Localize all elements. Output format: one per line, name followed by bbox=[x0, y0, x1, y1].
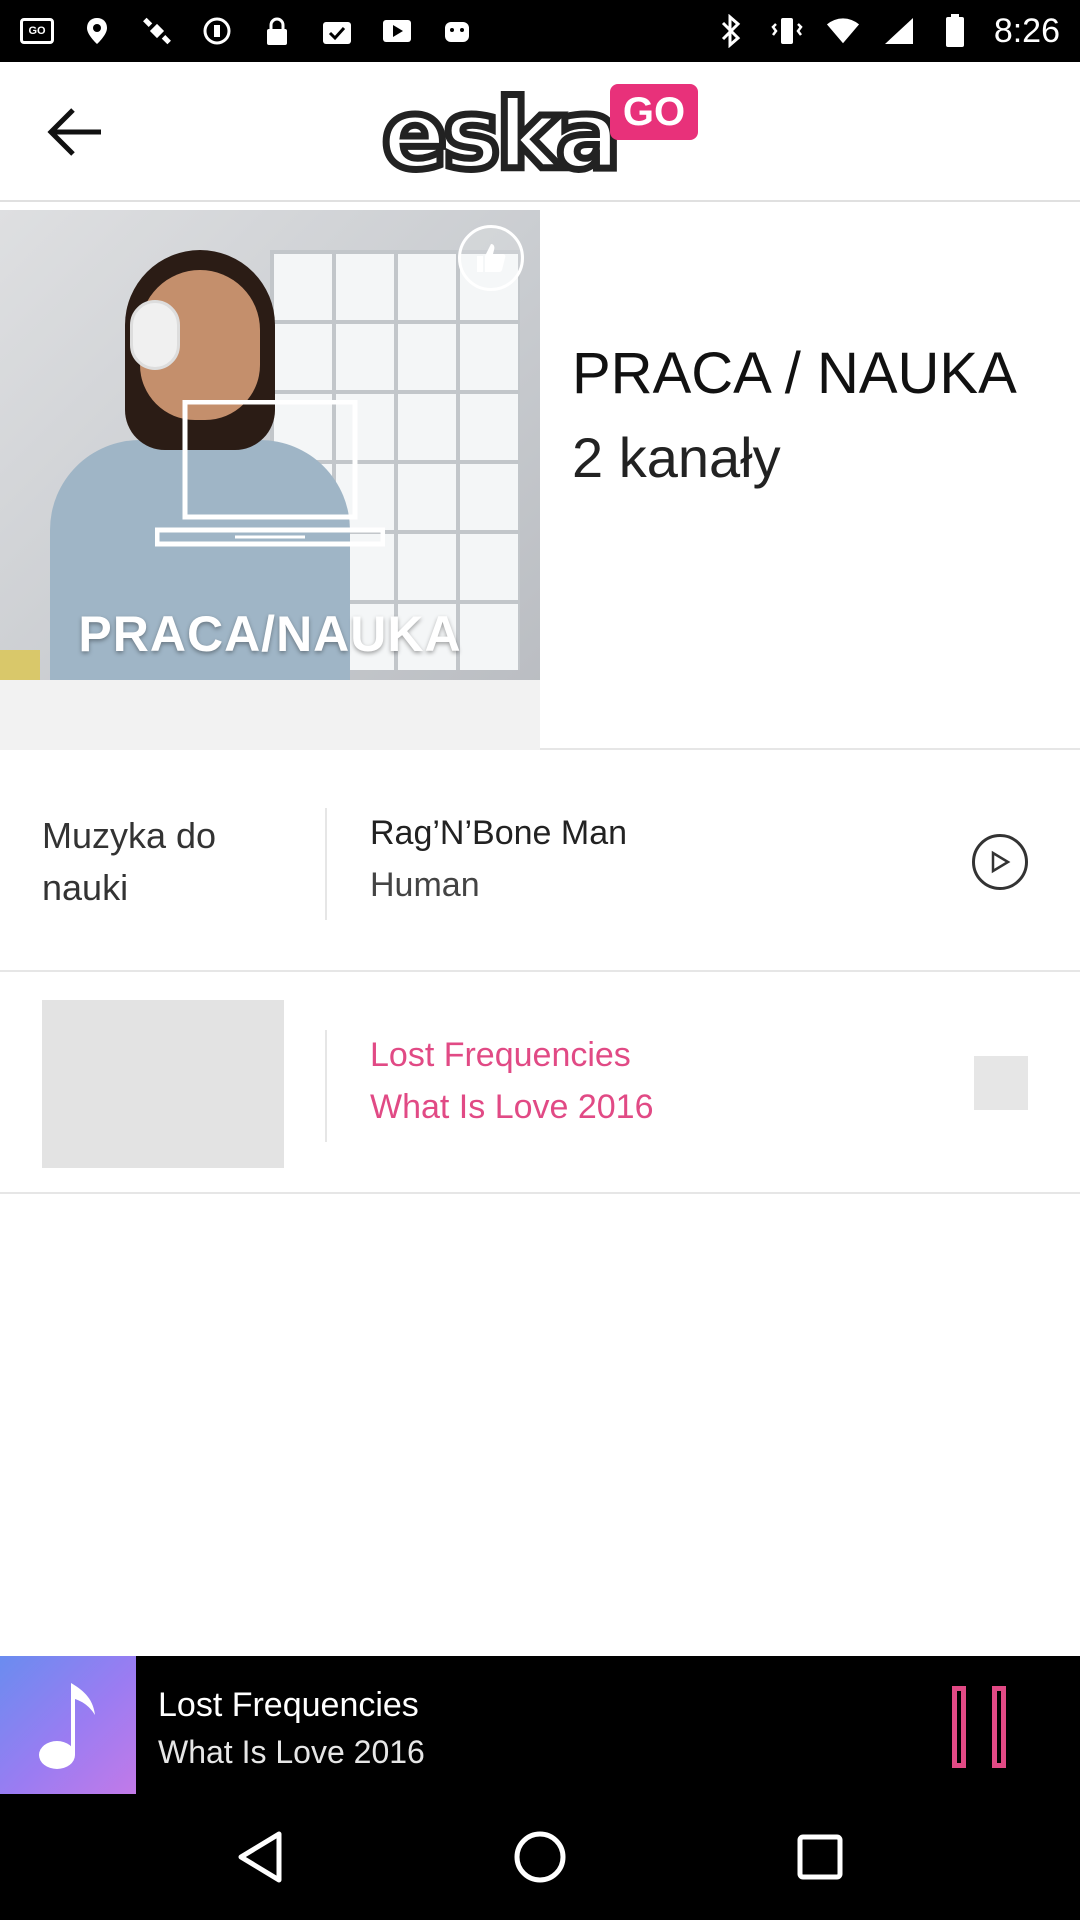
status-time: 8:26 bbox=[993, 11, 1060, 50]
channel-row[interactable]: Lost Frequencies What Is Love 2016 bbox=[0, 974, 1080, 1194]
circle-home-icon bbox=[514, 1831, 566, 1883]
channel-row[interactable]: Muzyka do nauki Rag’N’Bone Man Human bbox=[0, 752, 1080, 972]
android-icon bbox=[440, 16, 474, 46]
task-icon bbox=[320, 16, 354, 46]
stop-button[interactable] bbox=[974, 1056, 1028, 1110]
laptop-icon bbox=[155, 400, 385, 547]
track-title: Human bbox=[370, 866, 480, 904]
artist-name: Lost Frequencies bbox=[370, 1036, 631, 1074]
wifi-icon bbox=[826, 16, 860, 46]
status-system-icons: 8:26 bbox=[714, 12, 1060, 51]
lock-icon bbox=[260, 16, 294, 46]
play-button[interactable] bbox=[972, 834, 1028, 890]
player-artwork bbox=[0, 1656, 136, 1794]
status-notification-icons: GO bbox=[20, 16, 474, 46]
bluetooth-icon bbox=[714, 14, 748, 48]
music-note-icon bbox=[39, 1683, 95, 1769]
vibrate-icon bbox=[770, 16, 804, 46]
channel-count: 2 kanały bbox=[572, 426, 781, 489]
desk bbox=[0, 680, 540, 750]
nav-back-button[interactable] bbox=[220, 1817, 300, 1897]
category-title: PRACA / NAUKA bbox=[572, 341, 1017, 406]
row-divider bbox=[325, 808, 327, 920]
pause-button[interactable] bbox=[952, 1686, 1018, 1768]
satellite-icon bbox=[140, 16, 174, 46]
play-icon bbox=[991, 850, 1011, 874]
nav-home-button[interactable] bbox=[500, 1817, 580, 1897]
fake-gps-icon bbox=[80, 16, 114, 46]
triangle-back-icon bbox=[238, 1831, 282, 1883]
sync-icon bbox=[200, 16, 234, 46]
category-hero: PRACA/NAUKA PRACA / NAUKA 2 kanały bbox=[0, 210, 1080, 750]
thumbs-up-icon bbox=[477, 244, 506, 272]
back-button[interactable] bbox=[40, 100, 110, 164]
status-bar: GO 8:26 bbox=[0, 0, 1080, 62]
pause-icon-bar bbox=[992, 1686, 1006, 1768]
logo-wordmark: eska bbox=[379, 79, 625, 191]
logo-go-badge: GO bbox=[610, 84, 698, 140]
battery-icon bbox=[938, 14, 972, 47]
player-artist: Lost Frequencies bbox=[158, 1686, 419, 1724]
square-recents-icon bbox=[797, 1834, 843, 1880]
signal-icon bbox=[882, 16, 916, 46]
eska-go-logo: eska GO bbox=[379, 79, 702, 191]
pause-icon bbox=[952, 1686, 966, 1768]
row-divider bbox=[325, 1030, 327, 1142]
nav-recents-button[interactable] bbox=[780, 1817, 860, 1897]
system-navigation-bar bbox=[0, 1794, 1080, 1920]
artist-name: Rag’N’Bone Man bbox=[370, 814, 628, 852]
channel-name: Muzyka do nauki bbox=[42, 815, 217, 908]
app-header: eska GO bbox=[0, 62, 1080, 202]
image-caption: PRACA/NAUKA bbox=[78, 606, 462, 662]
category-image: PRACA/NAUKA bbox=[0, 210, 540, 750]
channel-thumbnail bbox=[42, 1000, 284, 1168]
go-app-icon: GO bbox=[20, 18, 54, 44]
arrow-left-icon bbox=[47, 108, 101, 156]
like-button[interactable] bbox=[458, 225, 524, 291]
play-store-icon bbox=[380, 16, 414, 46]
player-track: What Is Love 2016 bbox=[158, 1734, 425, 1770]
mini-player[interactable]: Lost Frequencies What Is Love 2016 bbox=[0, 1656, 1080, 1794]
track-title: What Is Love 2016 bbox=[370, 1088, 654, 1126]
